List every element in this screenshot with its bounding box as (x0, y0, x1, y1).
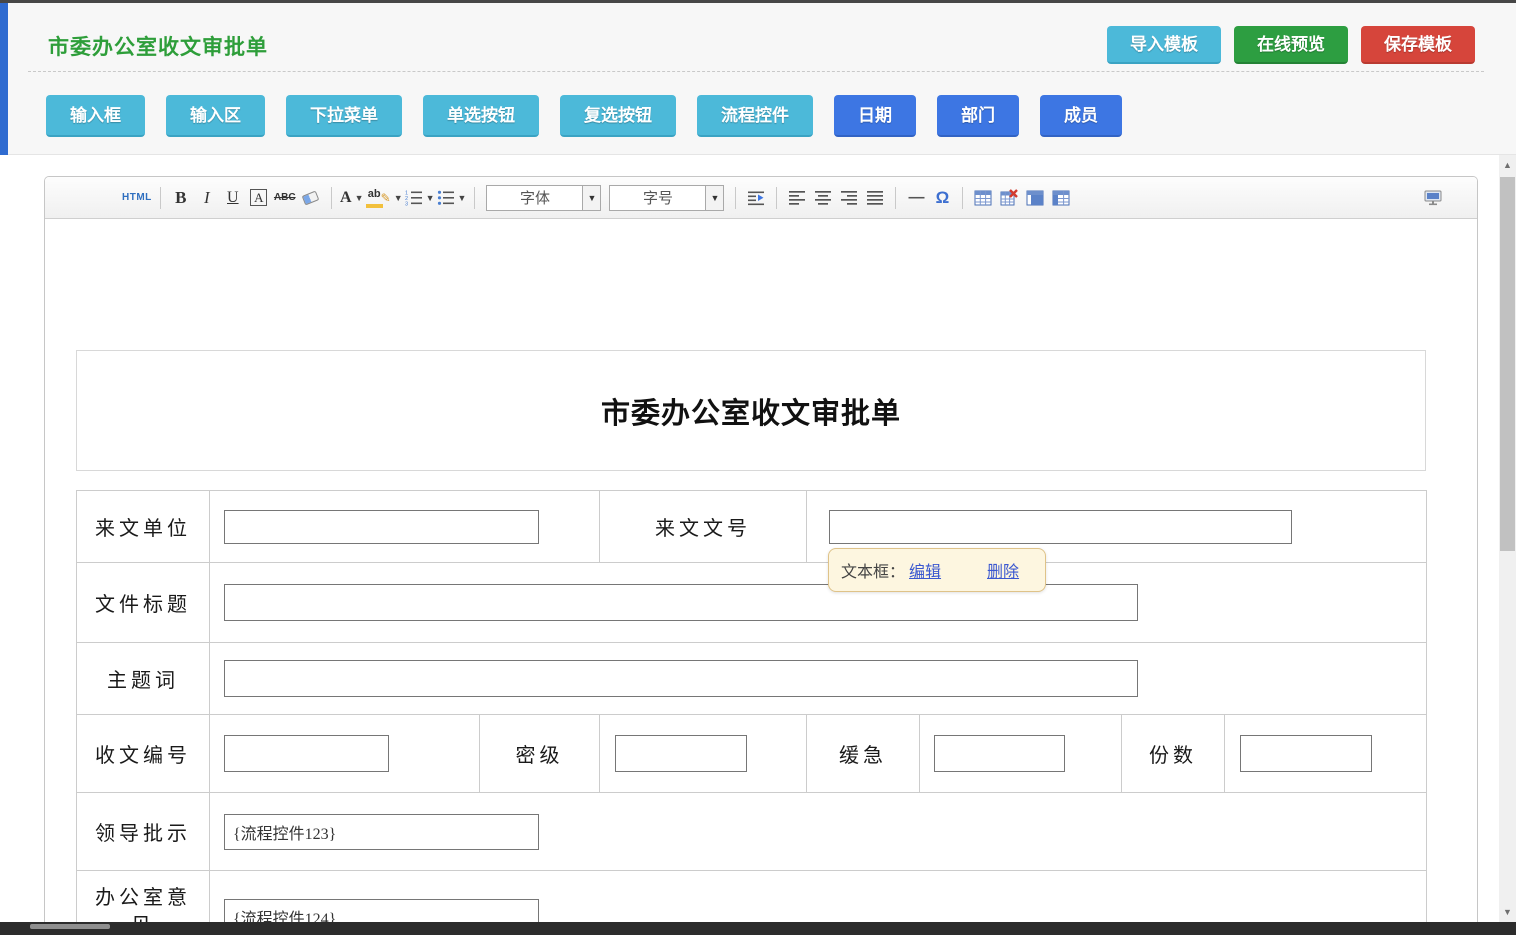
dashed-divider (28, 71, 1484, 72)
label-leader-comments: 领导批示 (77, 793, 210, 871)
online-preview-button[interactable]: 在线预览 (1234, 26, 1348, 64)
widget-date-button[interactable]: 日期 (834, 95, 916, 137)
tooltip-label: 文本框： (841, 558, 905, 582)
highlight-color-icon[interactable]: ab✎▼ (366, 185, 403, 211)
label-subject-words: 主题词 (77, 643, 210, 715)
table-row: 来文单位 来文文号 (77, 491, 1427, 563)
label-receipt-number: 收文编号 (77, 715, 210, 793)
tooltip-edit-link[interactable]: 编辑 (909, 558, 941, 582)
toolbar-separator (962, 187, 963, 209)
chevron-down-icon: ▼ (582, 186, 600, 210)
unordered-list-icon[interactable]: ▼ (437, 185, 467, 211)
table-row: 主题词 (77, 643, 1427, 715)
editor-toolbar: HTML B I U A ABC A▼ ab✎▼ 1 2 3 ▼ (45, 177, 1477, 219)
secrecy-field[interactable] (615, 735, 747, 772)
widget-input-box-button[interactable]: 输入框 (46, 95, 145, 137)
scrollbar-thumb[interactable] (1500, 177, 1515, 551)
widget-department-button[interactable]: 部门 (937, 95, 1019, 137)
font-family-select[interactable]: 字体▼ (486, 185, 601, 211)
widget-radio-button[interactable]: 单选按钮 (423, 95, 539, 137)
delete-table-icon[interactable] (997, 185, 1021, 211)
widget-member-button[interactable]: 成员 (1040, 95, 1122, 137)
table-row: 文件标题 (77, 563, 1427, 643)
label-urgency: 缓急 (807, 715, 920, 793)
italic-icon[interactable]: I (195, 185, 219, 211)
import-template-button[interactable]: 导入模板 (1107, 26, 1221, 64)
widget-checkbox-button[interactable]: 复选按钮 (560, 95, 676, 137)
subject-words-field[interactable] (224, 660, 1138, 697)
scroll-up-icon[interactable]: ▲ (1499, 157, 1516, 173)
text-color-icon[interactable]: A▼ (340, 185, 364, 211)
label-incoming-unit: 来文单位 (77, 491, 210, 563)
chevron-down-icon: ▼ (705, 186, 723, 210)
justify-icon[interactable] (863, 185, 887, 211)
bottom-bar-segment (30, 924, 110, 929)
vertical-scrollbar[interactable]: ▲ ▼ (1499, 155, 1516, 922)
cell-properties-icon[interactable] (1023, 185, 1047, 211)
widget-flow-control-button[interactable]: 流程控件 (697, 95, 813, 137)
special-char-icon[interactable]: Ω (930, 185, 954, 211)
form-title-block: 市委办公室收文审批单 (76, 350, 1426, 471)
widget-textarea-button[interactable]: 输入区 (166, 95, 265, 137)
eraser-icon[interactable] (299, 185, 323, 211)
svg-text:3: 3 (405, 201, 408, 207)
header-panel: 市委办公室收文审批单 导入模板 在线预览 保存模板 输入框 输入区 下拉菜单 单… (8, 3, 1516, 155)
approval-form-table: 来文单位 来文文号 文件标题 主题词 收文编号 密级 (76, 490, 1427, 935)
toolbar-separator (735, 187, 736, 209)
widget-toolbar: 输入框 输入区 下拉菜单 单选按钮 复选按钮 流程控件 日期 部门 成员 (46, 95, 1122, 137)
toolbar-separator (160, 187, 161, 209)
html-source-icon[interactable]: HTML (122, 185, 152, 211)
ordered-list-icon[interactable]: 1 2 3 ▼ (405, 185, 435, 211)
strikethrough-icon[interactable]: ABC (273, 185, 297, 211)
scroll-down-icon[interactable]: ▼ (1499, 904, 1516, 920)
toolbar-separator (776, 187, 777, 209)
font-size-select[interactable]: 字号▼ (609, 185, 724, 211)
tooltip-delete-link[interactable]: 删除 (987, 558, 1019, 582)
template-actions: 导入模板 在线预览 保存模板 (1107, 26, 1475, 64)
table-row: 领导批示 (77, 793, 1427, 871)
widget-tooltip: 文本框： 编辑 删除 (828, 548, 1046, 592)
widget-dropdown-button[interactable]: 下拉菜单 (286, 95, 402, 137)
leader-comments-field[interactable] (224, 814, 539, 850)
incoming-number-field[interactable] (829, 510, 1292, 544)
save-template-button[interactable]: 保存模板 (1361, 26, 1475, 64)
label-incoming-number: 来文文号 (600, 491, 807, 563)
font-box-icon[interactable]: A (247, 185, 271, 211)
align-right-icon[interactable] (837, 185, 861, 211)
bold-icon[interactable]: B (169, 185, 193, 211)
label-copies: 份数 (1122, 715, 1225, 793)
form-title: 市委办公室收文审批单 (601, 390, 901, 432)
indent-icon[interactable] (744, 185, 768, 211)
table-properties-icon[interactable] (1049, 185, 1073, 211)
window-bottom-edge (0, 922, 1516, 935)
fullscreen-icon[interactable] (1421, 185, 1445, 211)
editor-document[interactable]: 市委办公室收文审批单 来文单位 来文文号 文件标题 主 (45, 219, 1477, 935)
receipt-number-field[interactable] (224, 735, 389, 772)
page-title: 市委办公室收文审批单 (48, 31, 268, 61)
background-page-strip (0, 3, 8, 155)
page: 市委办公室收文审批单 导入模板 在线预览 保存模板 输入框 输入区 下拉菜单 单… (0, 0, 1516, 935)
toolbar-separator (895, 187, 896, 209)
insert-table-icon[interactable] (971, 185, 995, 211)
label-secrecy: 密级 (480, 715, 600, 793)
toolbar-separator (331, 187, 332, 209)
urgency-field[interactable] (934, 735, 1065, 772)
horizontal-rule-icon[interactable]: — (904, 185, 928, 211)
align-center-icon[interactable] (811, 185, 835, 211)
underline-icon[interactable]: U (221, 185, 245, 211)
copies-field[interactable] (1240, 735, 1372, 772)
incoming-unit-field[interactable] (224, 510, 539, 544)
align-left-icon[interactable] (785, 185, 809, 211)
toolbar-separator (474, 187, 475, 209)
label-doc-title: 文件标题 (77, 563, 210, 643)
rich-text-editor: HTML B I U A ABC A▼ ab✎▼ 1 2 3 ▼ (44, 176, 1478, 935)
table-row: 收文编号 密级 缓急 份数 (77, 715, 1427, 793)
